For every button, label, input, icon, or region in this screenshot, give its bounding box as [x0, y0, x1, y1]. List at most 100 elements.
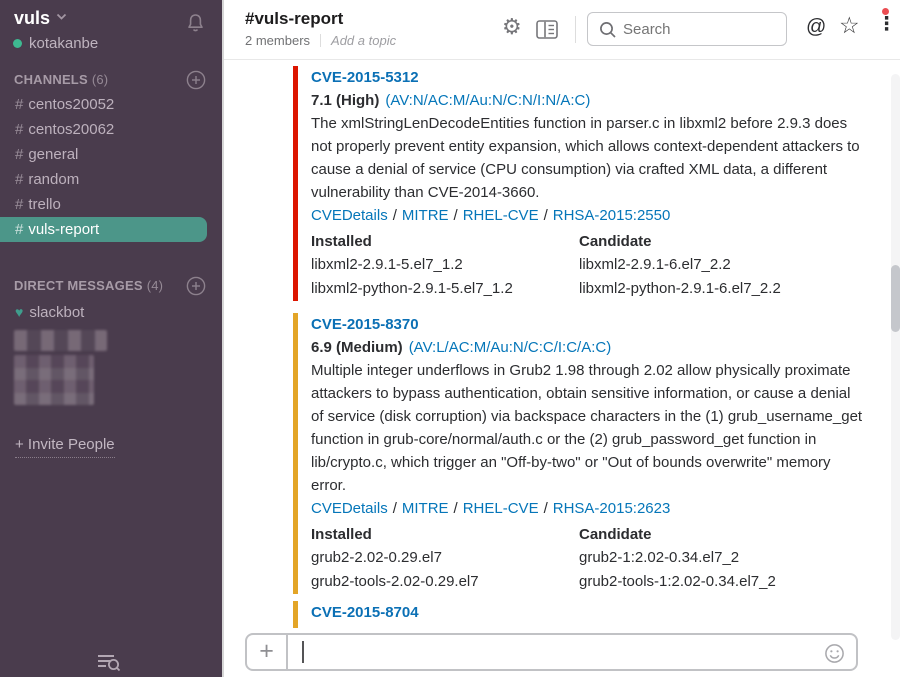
cve-title-link[interactable]: CVE-2015-8370 — [311, 313, 865, 336]
notification-bell-icon[interactable] — [185, 12, 206, 38]
text-caret — [302, 641, 304, 663]
channel-name: general — [28, 146, 78, 163]
redacted-dm-name[interactable] — [14, 355, 94, 405]
hash-icon: # — [15, 121, 23, 138]
link-separator: / — [454, 207, 458, 224]
details-panel-icon[interactable] — [536, 20, 558, 43]
sidebar-item-centos20062[interactable]: # centos20062 — [0, 117, 222, 142]
notification-red-dot — [882, 8, 889, 15]
workspace-name: vuls — [14, 8, 50, 28]
link-mitre[interactable]: MITRE — [402, 500, 449, 517]
add-dm-button[interactable] — [186, 276, 206, 300]
reference-links: CVEDetails / MITRE / RHEL-CVE / RHSA-2015:2550 — [311, 204, 865, 227]
channel-header: #vuls-report 2 membersAdd a topic ⚙ @ ☆ … — [224, 0, 900, 60]
cvss-vector-link[interactable]: (AV:N/AC:M/Au:N/C:N/I:N/A:C) — [385, 92, 590, 109]
redacted-dm-name[interactable] — [14, 330, 107, 351]
hash-icon: # — [15, 171, 23, 188]
sidebar: vuls kotakanbe CHANNELS(6) #centos20052 … — [0, 0, 222, 677]
emoji-picker-icon[interactable] — [824, 643, 845, 668]
invite-people-button[interactable]: + Invite People — [15, 436, 115, 458]
link-separator: / — [393, 207, 397, 224]
channels-label: CHANNELS — [14, 72, 88, 87]
sidebar-item-slackbot[interactable]: ♥slackbot — [0, 300, 222, 325]
package-fields: Installed grub2-2.02-0.29.el7 grub2-tool… — [311, 523, 865, 594]
hash-icon: # — [15, 196, 23, 213]
sidebar-item-vuls-report-selected[interactable]: # vuls-report — [0, 217, 207, 242]
channel-name: random — [28, 171, 79, 188]
main-pane: #vuls-report 2 membersAdd a topic ⚙ @ ☆ … — [222, 0, 900, 677]
sidebar-item-random[interactable]: # random — [0, 167, 222, 192]
channel-name: centos20052 — [28, 96, 114, 113]
more-options-kebab-icon[interactable]: ⋮ — [877, 14, 896, 35]
mentions-at-icon[interactable]: @ — [806, 16, 826, 39]
dm-count: (4) — [147, 278, 164, 293]
meta-divider — [320, 34, 321, 47]
channel-settings-gear-icon[interactable]: ⚙ — [502, 14, 522, 40]
message-input[interactable]: + — [245, 633, 858, 671]
message-list: CVE-2015-5312 7.1 (High)(AV:N/AC:M/Au:N/… — [224, 61, 900, 677]
candidate-label: Candidate — [579, 523, 865, 546]
link-cvedetails[interactable]: CVEDetails — [311, 207, 388, 224]
sidebar-item-trello[interactable]: # trello — [0, 192, 222, 217]
cve-description: Multiple integer underflows in Grub2 1.9… — [311, 359, 865, 497]
candidate-column: Candidate grub2-1:2.02-0.34.el7_2 grub2-… — [579, 523, 865, 594]
dm-list: ♥slackbot — [0, 300, 222, 325]
cve-description: The xmlStringLenDecodeEntities function … — [311, 112, 865, 204]
link-separator: / — [544, 500, 548, 517]
cvss-line: 6.9 (Medium)(AV:L/AC:M/Au:N/C:C/I:C/A:C) — [311, 336, 865, 359]
hash-icon: # — [15, 96, 23, 113]
candidate-package: grub2-tools-1:2.02-0.34.el7_2 — [579, 570, 865, 594]
channel-name: centos20062 — [28, 121, 114, 138]
installed-label: Installed — [311, 230, 579, 253]
link-separator: / — [544, 207, 548, 224]
package-fields: Installed libxml2-2.9.1-5.el7_1.2 libxml… — [311, 230, 865, 301]
installed-column: Installed grub2-2.02-0.29.el7 grub2-tool… — [311, 523, 579, 594]
link-separator: / — [393, 500, 397, 517]
candidate-label: Candidate — [579, 230, 865, 253]
link-rhel-cve[interactable]: RHEL-CVE — [463, 500, 539, 517]
member-count[interactable]: 2 members — [245, 33, 310, 48]
channel-name: trello — [28, 196, 61, 213]
add-channel-button[interactable] — [186, 70, 206, 94]
link-separator: / — [454, 500, 458, 517]
dm-label: DIRECT MESSAGES — [14, 278, 143, 293]
composer-row: + — [224, 628, 900, 677]
hash-icon: # — [15, 221, 23, 238]
header-divider — [575, 16, 576, 43]
link-rhel-cve[interactable]: RHEL-CVE — [463, 207, 539, 224]
message-attachment-cve-2015-8370: CVE-2015-8370 6.9 (Medium)(AV:L/AC:M/Au:… — [293, 313, 865, 594]
dm-section-header[interactable]: DIRECT MESSAGES (4) — [14, 278, 163, 293]
sidebar-item-centos20052[interactable]: # centos20052 — [0, 92, 222, 117]
candidate-package: libxml2-python-2.9.1-6.el7_2.2 — [579, 277, 865, 301]
cve-title-link[interactable]: CVE-2015-5312 — [311, 66, 865, 89]
cvss-line: 7.1 (High)(AV:N/AC:M/Au:N/C:N/I:N/A:C) — [311, 89, 865, 112]
candidate-package: grub2-1:2.02-0.34.el7_2 — [579, 546, 865, 570]
link-mitre[interactable]: MITRE — [402, 207, 449, 224]
attach-plus-button[interactable]: + — [247, 635, 288, 669]
link-rhsa[interactable]: RHSA-2015:2550 — [553, 207, 671, 224]
scrollbar-thumb[interactable] — [891, 265, 900, 332]
cvss-vector-link[interactable]: (AV:L/AC:M/Au:N/C:C/I:C/A:C) — [409, 339, 612, 356]
search-box[interactable] — [587, 12, 787, 46]
channel-meta: 2 members Add a topic — [245, 33, 396, 48]
channels-section-header[interactable]: CHANNELS (6) — [14, 72, 108, 87]
add-topic-link[interactable]: Add a topic — [331, 33, 396, 48]
workspace-menu[interactable]: vuls — [14, 8, 67, 29]
channel-name: vuls-report — [28, 221, 99, 238]
scrollbar-track[interactable] — [891, 74, 900, 640]
link-rhsa[interactable]: RHSA-2015:2623 — [553, 500, 671, 517]
heart-icon: ♥ — [15, 304, 23, 320]
quick-switcher-icon[interactable] — [97, 652, 121, 676]
chevron-down-icon — [56, 13, 67, 21]
cve-title-link[interactable]: CVE-2015-8704 — [311, 601, 419, 624]
link-cvedetails[interactable]: CVEDetails — [311, 500, 388, 517]
reference-links: CVEDetails / MITRE / RHEL-CVE / RHSA-2015:2623 — [311, 497, 865, 520]
channel-list: #centos20052 #centos20062 #general #rand… — [0, 92, 222, 242]
candidate-column: Candidate libxml2-2.9.1-6.el7_2.2 libxml… — [579, 230, 865, 301]
slack-app-window: vuls kotakanbe CHANNELS(6) #centos20052 … — [0, 0, 900, 677]
starred-items-icon[interactable]: ☆ — [839, 12, 860, 39]
sidebar-item-general[interactable]: #general — [0, 142, 222, 167]
current-user[interactable]: kotakanbe — [13, 35, 98, 52]
search-input[interactable] — [588, 13, 786, 45]
channels-count: (6) — [92, 72, 109, 87]
